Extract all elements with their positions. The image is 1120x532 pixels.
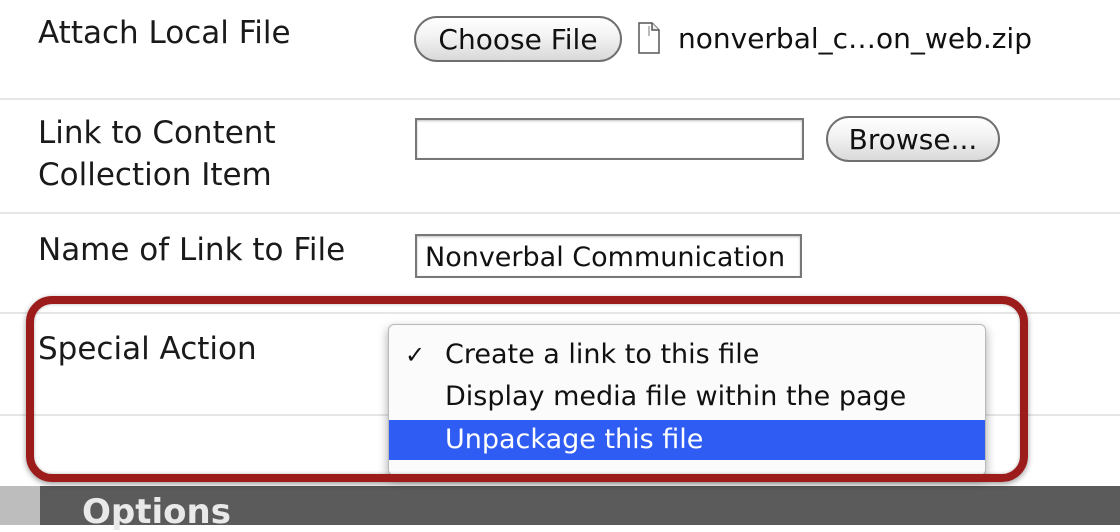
attach-local-file-label: Attach Local File: [38, 15, 291, 51]
menu-item-display-media[interactable]: Display media file within the page: [389, 377, 985, 417]
content-collection-input[interactable]: [415, 118, 804, 160]
link-content-label-line2: Collection Item: [38, 157, 272, 193]
options-bar-left: [0, 486, 40, 525]
special-action-label: Special Action: [38, 331, 257, 367]
selected-file-name: nonverbal_c…on_web.zip: [678, 22, 1032, 55]
link-content-label-line1: Link to Content: [38, 115, 276, 151]
link-name-input[interactable]: Nonverbal Communication: [415, 234, 802, 278]
options-section-title: Options: [82, 492, 231, 532]
menu-item-label: Display media file within the page: [445, 381, 907, 412]
link-name-label: Name of Link to File: [38, 232, 346, 268]
browse-button[interactable]: Browse...: [826, 116, 1000, 162]
menu-item-label: Create a link to this file: [445, 339, 760, 370]
checkmark-icon: ✓: [405, 341, 426, 369]
menu-item-label: Unpackage this file: [445, 424, 704, 455]
menu-item-unpackage[interactable]: Unpackage this file: [389, 420, 985, 460]
file-icon: [638, 22, 660, 54]
row-divider: [0, 98, 1120, 100]
row-divider: [0, 312, 1120, 314]
special-action-dropdown-menu[interactable]: ✓ Create a link to this file Display med…: [388, 324, 986, 476]
choose-file-button[interactable]: Choose File: [414, 16, 622, 62]
row-divider: [0, 212, 1120, 214]
menu-item-create-link[interactable]: ✓ Create a link to this file: [389, 335, 985, 375]
